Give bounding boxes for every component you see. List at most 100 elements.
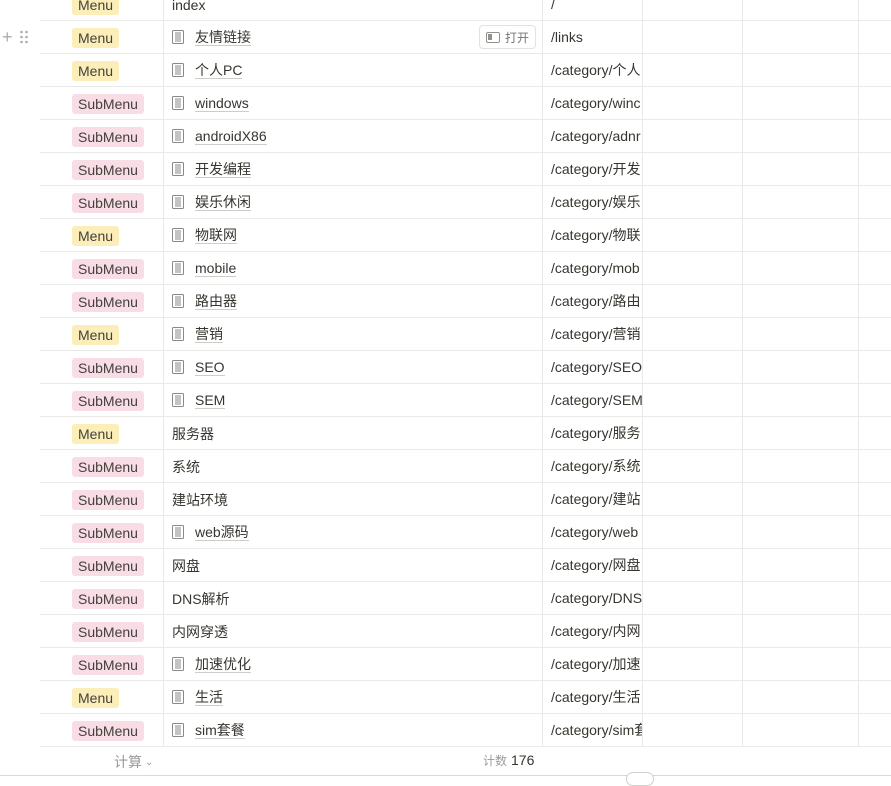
count-summary[interactable]: 计数 176 — [483, 752, 534, 769]
path-cell[interactable]: /category/adnr — [543, 120, 643, 153]
empty-cell[interactable] — [743, 120, 859, 153]
type-cell[interactable]: SubMenu — [40, 120, 164, 153]
page-title-link[interactable]: 娱乐休闲 — [195, 194, 251, 211]
table-row[interactable]: Menu 服务器/category/服务 — [0, 417, 891, 450]
page-title-link[interactable]: 友情链接 — [195, 29, 251, 46]
name-cell[interactable]: 生活 — [164, 681, 543, 714]
empty-cell[interactable] — [743, 186, 859, 219]
type-cell[interactable]: SubMenu — [40, 450, 164, 483]
path-cell[interactable]: /category/营销 — [543, 318, 643, 351]
name-cell[interactable]: 娱乐休闲 — [164, 186, 543, 219]
empty-cell[interactable] — [643, 0, 743, 21]
name-cell[interactable]: 友情链接 打开 — [164, 21, 543, 54]
empty-cell[interactable] — [643, 483, 743, 516]
name-cell[interactable]: SEO — [164, 351, 543, 384]
empty-cell[interactable] — [643, 285, 743, 318]
empty-cell[interactable] — [859, 318, 891, 351]
empty-cell[interactable] — [643, 153, 743, 186]
empty-cell[interactable] — [743, 648, 859, 681]
type-cell[interactable]: SubMenu — [40, 615, 164, 648]
empty-cell[interactable] — [859, 351, 891, 384]
table-row[interactable]: SubMenu 开发编程/category/开发 — [0, 153, 891, 186]
name-cell[interactable]: 建站环境 — [164, 483, 543, 516]
name-cell[interactable]: 营销 — [164, 318, 543, 351]
path-cell[interactable]: /category/SEM — [543, 384, 643, 417]
page-title-link[interactable]: 加速优化 — [195, 656, 251, 673]
empty-cell[interactable] — [643, 384, 743, 417]
table-row[interactable]: SubMenu 路由器/category/路由 — [0, 285, 891, 318]
table-row[interactable]: SubMenu 建站环境/category/建站 — [0, 483, 891, 516]
name-cell[interactable]: 开发编程 — [164, 153, 543, 186]
type-cell[interactable]: Menu — [40, 318, 164, 351]
empty-cell[interactable] — [643, 120, 743, 153]
table-row[interactable]: Menu index / — [0, 0, 891, 21]
table-row[interactable]: SubMenu 娱乐休闲/category/娱乐 — [0, 186, 891, 219]
page-title-link[interactable]: 开发编程 — [195, 161, 251, 178]
page-title-link[interactable]: 路由器 — [195, 293, 237, 310]
page-title-link[interactable]: androidX86 — [195, 128, 267, 145]
empty-cell[interactable] — [743, 516, 859, 549]
empty-cell[interactable] — [743, 681, 859, 714]
empty-cell[interactable] — [743, 450, 859, 483]
empty-cell[interactable] — [859, 615, 891, 648]
empty-cell[interactable] — [859, 219, 891, 252]
empty-cell[interactable] — [859, 87, 891, 120]
path-cell[interactable]: /links — [543, 21, 643, 54]
empty-cell[interactable] — [643, 549, 743, 582]
empty-cell[interactable] — [743, 714, 859, 747]
type-cell[interactable]: Menu — [40, 681, 164, 714]
empty-cell[interactable] — [859, 0, 891, 21]
name-cell[interactable]: 路由器 — [164, 285, 543, 318]
empty-cell[interactable] — [859, 648, 891, 681]
path-cell[interactable]: /category/服务 — [543, 417, 643, 450]
empty-cell[interactable] — [743, 21, 859, 54]
empty-cell[interactable] — [859, 483, 891, 516]
path-cell[interactable]: /category/路由 — [543, 285, 643, 318]
empty-cell[interactable] — [859, 384, 891, 417]
table-row[interactable]: + Menu 友情链接 打开/links — [0, 21, 891, 54]
path-cell[interactable]: / — [543, 0, 643, 21]
type-cell[interactable]: SubMenu — [40, 252, 164, 285]
empty-cell[interactable] — [859, 120, 891, 153]
type-cell[interactable]: Menu — [40, 219, 164, 252]
empty-cell[interactable] — [743, 615, 859, 648]
empty-cell[interactable] — [859, 582, 891, 615]
table-row[interactable]: Menu 生活/category/生活 — [0, 681, 891, 714]
name-cell[interactable]: windows — [164, 87, 543, 120]
table-row[interactable]: Menu 个人PC/category/个人 — [0, 54, 891, 87]
page-title-link[interactable]: 生活 — [195, 689, 223, 706]
scroll-handle[interactable] — [626, 772, 654, 786]
page-title-link[interactable]: SEM — [195, 392, 226, 409]
empty-cell[interactable] — [743, 549, 859, 582]
path-cell[interactable]: /category/建站 — [543, 483, 643, 516]
empty-cell[interactable] — [643, 615, 743, 648]
page-title-link[interactable]: 营销 — [195, 326, 223, 343]
type-cell[interactable]: SubMenu — [40, 582, 164, 615]
plus-icon[interactable]: + — [2, 27, 13, 47]
name-cell[interactable]: index — [164, 0, 543, 21]
empty-cell[interactable] — [859, 450, 891, 483]
empty-cell[interactable] — [859, 681, 891, 714]
type-cell[interactable]: SubMenu — [40, 153, 164, 186]
empty-cell[interactable] — [643, 87, 743, 120]
drag-handle-icon[interactable] — [19, 30, 29, 44]
empty-cell[interactable] — [643, 681, 743, 714]
empty-cell[interactable] — [743, 252, 859, 285]
table-row[interactable]: SubMenu web源码/category/web — [0, 516, 891, 549]
type-cell[interactable]: SubMenu — [40, 483, 164, 516]
page-title-link[interactable]: windows — [195, 95, 249, 112]
type-cell[interactable]: SubMenu — [40, 351, 164, 384]
empty-cell[interactable] — [643, 219, 743, 252]
name-cell[interactable]: DNS解析 — [164, 582, 543, 615]
empty-cell[interactable] — [743, 153, 859, 186]
open-button[interactable]: 打开 — [478, 25, 536, 49]
path-cell[interactable]: /category/sim套 — [543, 714, 643, 747]
empty-cell[interactable] — [643, 318, 743, 351]
empty-cell[interactable] — [743, 318, 859, 351]
type-cell[interactable]: SubMenu — [40, 384, 164, 417]
path-cell[interactable]: /category/开发 — [543, 153, 643, 186]
name-cell[interactable]: 个人PC — [164, 54, 543, 87]
table-row[interactable]: SubMenu SEO/category/SEO — [0, 351, 891, 384]
type-cell[interactable]: SubMenu — [40, 87, 164, 120]
empty-cell[interactable] — [743, 87, 859, 120]
